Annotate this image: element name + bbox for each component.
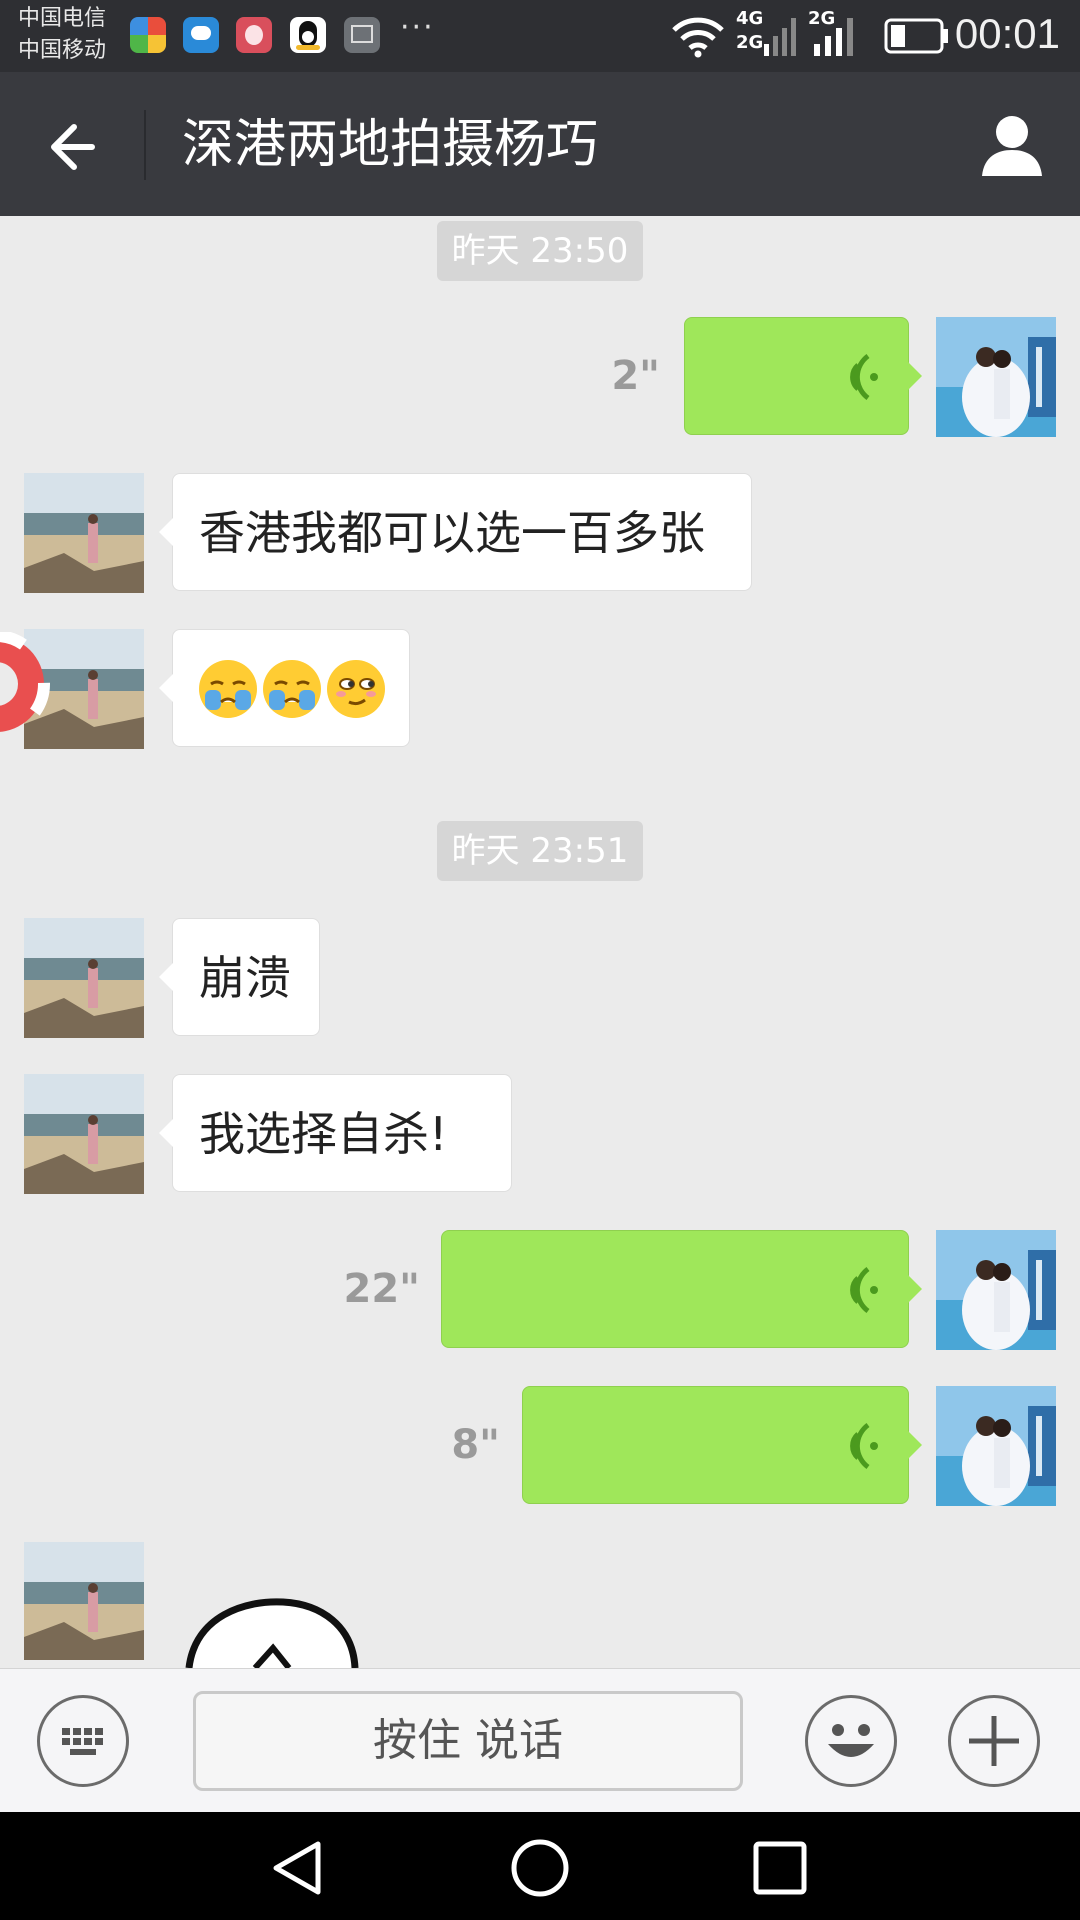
message-text: 崩溃 — [199, 951, 291, 1005]
voice-wave-icon — [850, 1266, 878, 1314]
battery-icon — [884, 18, 948, 54]
more-notifications: ··· — [400, 10, 435, 45]
signal-sim1-icon — [764, 18, 796, 56]
keyboard-toggle-button[interactable] — [37, 1695, 129, 1787]
nav-back-icon[interactable] — [270, 1840, 330, 1896]
friend-avatar[interactable] — [24, 918, 144, 1038]
plus-icon — [969, 1716, 1019, 1766]
clock: 00:01 — [954, 10, 1060, 57]
my-avatar-photo — [936, 1386, 1056, 1506]
my-avatar[interactable] — [936, 1230, 1056, 1350]
outgoing-voice-message[interactable] — [441, 1230, 922, 1348]
smiley-icon — [828, 1724, 874, 1757]
incoming-text-message[interactable]: 我选择自杀! — [159, 1074, 512, 1192]
back-button[interactable] — [40, 112, 110, 182]
system-nav-bar — [0, 1812, 1080, 1920]
emoji-button[interactable] — [805, 1695, 897, 1787]
facepalm-cry-emoji-icon — [263, 660, 321, 718]
chat-header: 深港两地拍摄杨巧 — [0, 72, 1080, 216]
timestamp: 昨天 23:50 — [437, 221, 643, 281]
wifi-icon — [672, 17, 724, 58]
friend-avatar-photo — [24, 1074, 144, 1194]
header-divider — [144, 110, 146, 180]
sticker-message[interactable] — [185, 1596, 365, 1668]
pony-app-icon — [236, 17, 272, 53]
incoming-emoji-message[interactable] — [159, 629, 410, 747]
facepalm-cry-emoji-icon — [199, 660, 257, 718]
hold-to-talk-button[interactable]: 按住 说话 — [193, 1691, 743, 1791]
my-avatar-photo — [936, 1230, 1056, 1350]
keyboard-icon — [62, 1728, 103, 1755]
nav-home-icon[interactable] — [510, 1838, 570, 1898]
input-bar: 按住 说话 — [0, 1668, 1080, 1813]
timestamp: 昨天 23:51 — [437, 821, 643, 881]
smirk-emoji-icon — [327, 660, 385, 718]
outgoing-voice-message[interactable] — [522, 1386, 922, 1504]
nav-recents-icon[interactable] — [752, 1840, 808, 1896]
chat-bubble-icon — [183, 17, 219, 53]
my-avatar-photo — [936, 317, 1056, 437]
friend-avatar-photo — [24, 918, 144, 1038]
incoming-text-message[interactable]: 香港我都可以选一百多张 — [159, 473, 752, 591]
net-type-4g: 4G — [736, 8, 764, 29]
incoming-text-message[interactable]: 崩溃 — [159, 918, 320, 1036]
colorful-app-icon — [130, 17, 166, 53]
voice-duration: 8" — [451, 1422, 500, 1468]
gallery-icon — [344, 17, 380, 53]
chat-title: 深港两地拍摄杨巧 — [182, 115, 599, 175]
friend-avatar[interactable] — [24, 1542, 144, 1660]
net-type-2g: 2G — [736, 32, 764, 53]
friend-avatar-photo — [24, 1542, 144, 1660]
friend-avatar[interactable] — [24, 1074, 144, 1194]
lifebuoy-icon[interactable] — [0, 632, 60, 736]
voice-duration: 2" — [611, 353, 660, 399]
message-text: 香港我都可以选一百多张 — [199, 506, 705, 560]
status-bar: 中国电信 中国移动 ··· 4G 2G 2G 00:01 — [0, 0, 1080, 72]
carrier-2: 中国移动 — [18, 38, 107, 63]
carrier-1: 中国电信 — [18, 6, 107, 31]
more-actions-button[interactable] — [948, 1695, 1040, 1787]
outgoing-voice-message[interactable] — [684, 317, 922, 435]
friend-avatar[interactable] — [24, 473, 144, 593]
voice-wave-icon — [850, 1422, 878, 1470]
friend-avatar-photo — [24, 473, 144, 593]
message-text: 我选择自杀! — [199, 1107, 448, 1161]
my-avatar[interactable] — [936, 317, 1056, 437]
chat-info-button[interactable] — [980, 112, 1044, 178]
qq-penguin-icon — [290, 17, 326, 53]
voice-wave-icon — [850, 353, 878, 401]
voice-duration: 22" — [343, 1266, 420, 1312]
signal-sim2-icon — [814, 18, 853, 56]
my-avatar[interactable] — [936, 1386, 1056, 1506]
